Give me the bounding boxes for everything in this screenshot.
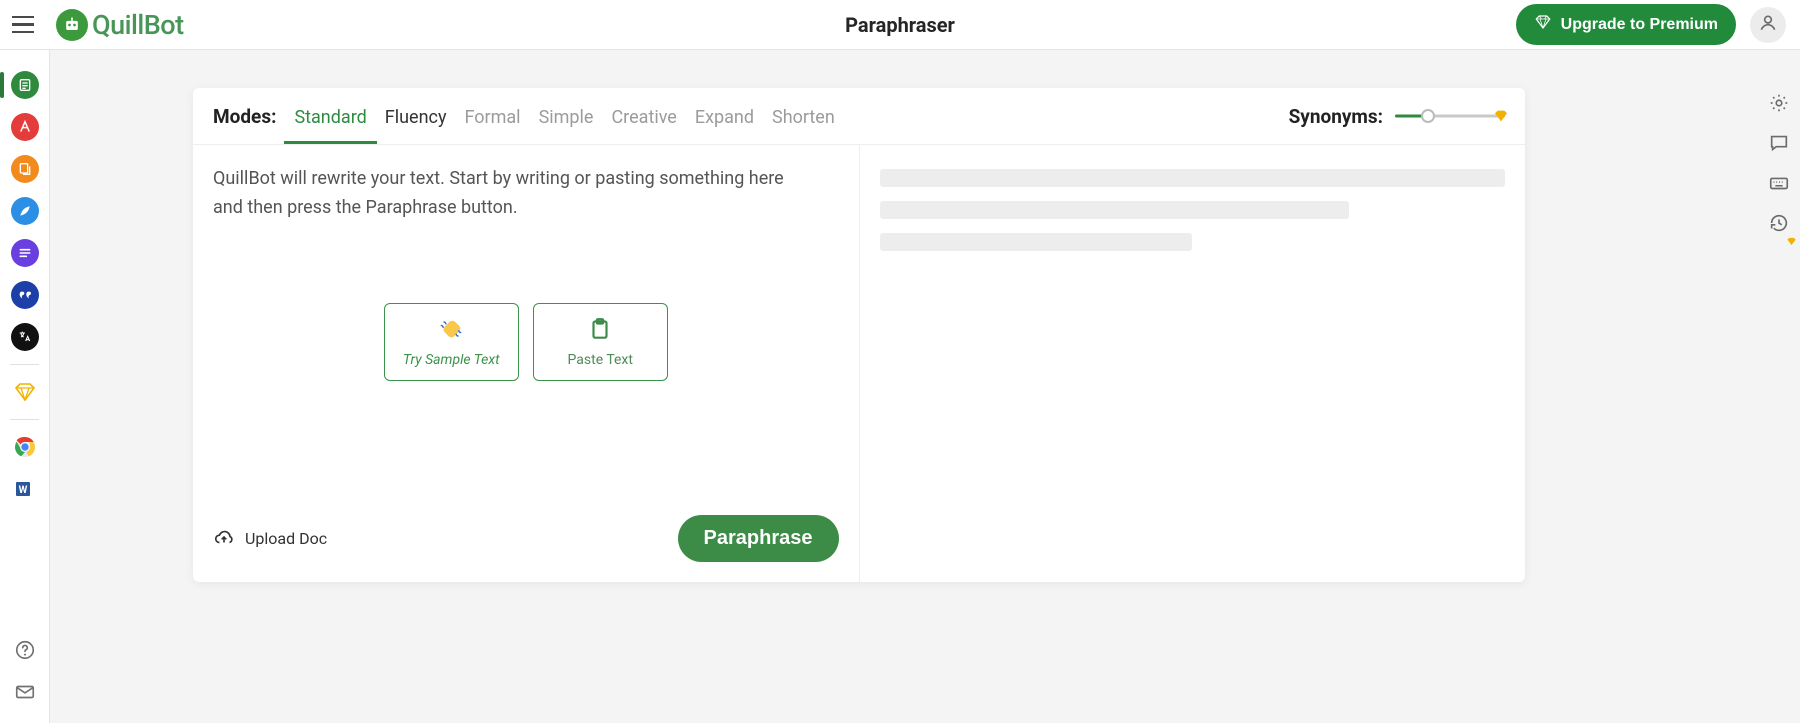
tab-simple[interactable]: Simple bbox=[539, 91, 594, 142]
robot-icon bbox=[56, 9, 88, 41]
nav-contact[interactable] bbox=[0, 671, 50, 713]
nav-translator[interactable] bbox=[0, 316, 50, 358]
page-title: Paraphraser bbox=[845, 13, 955, 37]
tab-fluency[interactable]: Fluency bbox=[385, 91, 447, 142]
upgrade-premium-button[interactable]: Upgrade to Premium bbox=[1516, 4, 1736, 45]
nav-citation[interactable] bbox=[0, 274, 50, 316]
nav-co-writer[interactable] bbox=[0, 190, 50, 232]
translator-icon bbox=[11, 323, 39, 351]
hotkeys-button[interactable] bbox=[1766, 172, 1792, 198]
profile-button[interactable] bbox=[1750, 7, 1786, 43]
nav-grammar-checker[interactable] bbox=[0, 106, 50, 148]
rail-divider bbox=[10, 419, 39, 420]
skeleton-line bbox=[880, 169, 1506, 187]
output-pane bbox=[860, 145, 1526, 582]
nav-plagiarism[interactable] bbox=[0, 148, 50, 190]
tab-creative[interactable]: Creative bbox=[611, 91, 676, 142]
mail-icon bbox=[11, 678, 39, 706]
slider-thumb[interactable] bbox=[1421, 109, 1435, 123]
tab-shorten[interactable]: Shorten bbox=[772, 91, 835, 142]
nav-word-extension[interactable]: W bbox=[0, 468, 50, 510]
nav-premium[interactable] bbox=[0, 371, 50, 413]
content-area: Modes: Standard Fluency Formal Simple Cr… bbox=[50, 50, 1800, 723]
chrome-icon bbox=[11, 433, 39, 461]
synonyms-label: Synonyms: bbox=[1289, 105, 1383, 128]
input-pane[interactable]: QuillBot will rewrite your text. Start b… bbox=[193, 145, 860, 582]
paste-text-button[interactable]: Paste Text bbox=[533, 303, 668, 381]
right-tool-rail bbox=[1766, 92, 1792, 238]
brand-text: QuillBot bbox=[92, 9, 184, 41]
try-sample-label: Try Sample Text bbox=[403, 352, 500, 368]
word-icon: W bbox=[11, 475, 39, 503]
history-button[interactable] bbox=[1766, 212, 1792, 238]
tab-expand[interactable]: Expand bbox=[695, 91, 754, 142]
feedback-button[interactable] bbox=[1766, 132, 1792, 158]
diamond-icon bbox=[1493, 108, 1509, 124]
paraphrase-button[interactable]: Paraphrase bbox=[678, 515, 839, 562]
cowriter-icon bbox=[11, 197, 39, 225]
editor-toolbar: Modes: Standard Fluency Formal Simple Cr… bbox=[193, 88, 1525, 144]
grammar-icon bbox=[11, 113, 39, 141]
rail-divider bbox=[10, 364, 39, 365]
tab-formal[interactable]: Formal bbox=[464, 91, 520, 142]
upgrade-label: Upgrade to Premium bbox=[1561, 16, 1718, 34]
clipboard-icon bbox=[586, 316, 614, 346]
input-placeholder: QuillBot will rewrite your text. Start b… bbox=[213, 165, 803, 223]
menu-icon[interactable] bbox=[12, 11, 40, 39]
citation-icon bbox=[11, 281, 39, 309]
diamond-icon bbox=[1534, 13, 1552, 36]
mode-tabs: Standard Fluency Formal Simple Creative … bbox=[294, 91, 834, 142]
try-sample-button[interactable]: Try Sample Text bbox=[384, 303, 519, 381]
editor-card: Modes: Standard Fluency Formal Simple Cr… bbox=[193, 88, 1525, 582]
gear-icon bbox=[1768, 92, 1790, 118]
summarizer-icon bbox=[11, 239, 39, 267]
upload-cloud-icon bbox=[213, 526, 235, 552]
person-icon bbox=[1758, 13, 1778, 37]
help-icon bbox=[11, 636, 39, 664]
settings-button[interactable] bbox=[1766, 92, 1792, 118]
nav-summarizer[interactable] bbox=[0, 232, 50, 274]
paste-text-label: Paste Text bbox=[568, 352, 633, 368]
brand-logo[interactable]: QuillBot bbox=[56, 9, 184, 41]
svg-text:W: W bbox=[18, 485, 27, 496]
modes-label: Modes: bbox=[213, 105, 276, 128]
nav-paraphraser[interactable] bbox=[0, 64, 50, 106]
upload-doc-button[interactable]: Upload Doc bbox=[213, 526, 327, 552]
keyboard-icon bbox=[1768, 172, 1790, 198]
left-nav-rail: W bbox=[0, 50, 50, 723]
paraphraser-icon bbox=[11, 71, 39, 99]
paraphrase-label: Paraphrase bbox=[704, 527, 813, 549]
upload-doc-label: Upload Doc bbox=[245, 529, 327, 548]
synonyms-slider[interactable] bbox=[1395, 108, 1505, 124]
plagiarism-icon bbox=[11, 155, 39, 183]
app-header: QuillBot Paraphraser Upgrade to Premium bbox=[0, 0, 1800, 50]
output-placeholder-skeleton bbox=[880, 169, 1506, 251]
tab-standard[interactable]: Standard bbox=[294, 91, 366, 142]
diamond-icon bbox=[11, 378, 39, 406]
diamond-icon bbox=[1786, 232, 1797, 243]
skeleton-line bbox=[880, 233, 1193, 251]
chat-icon bbox=[1768, 132, 1790, 158]
wave-icon bbox=[437, 316, 465, 346]
nav-help[interactable] bbox=[0, 629, 50, 671]
skeleton-line bbox=[880, 201, 1349, 219]
nav-chrome-extension[interactable] bbox=[0, 426, 50, 468]
